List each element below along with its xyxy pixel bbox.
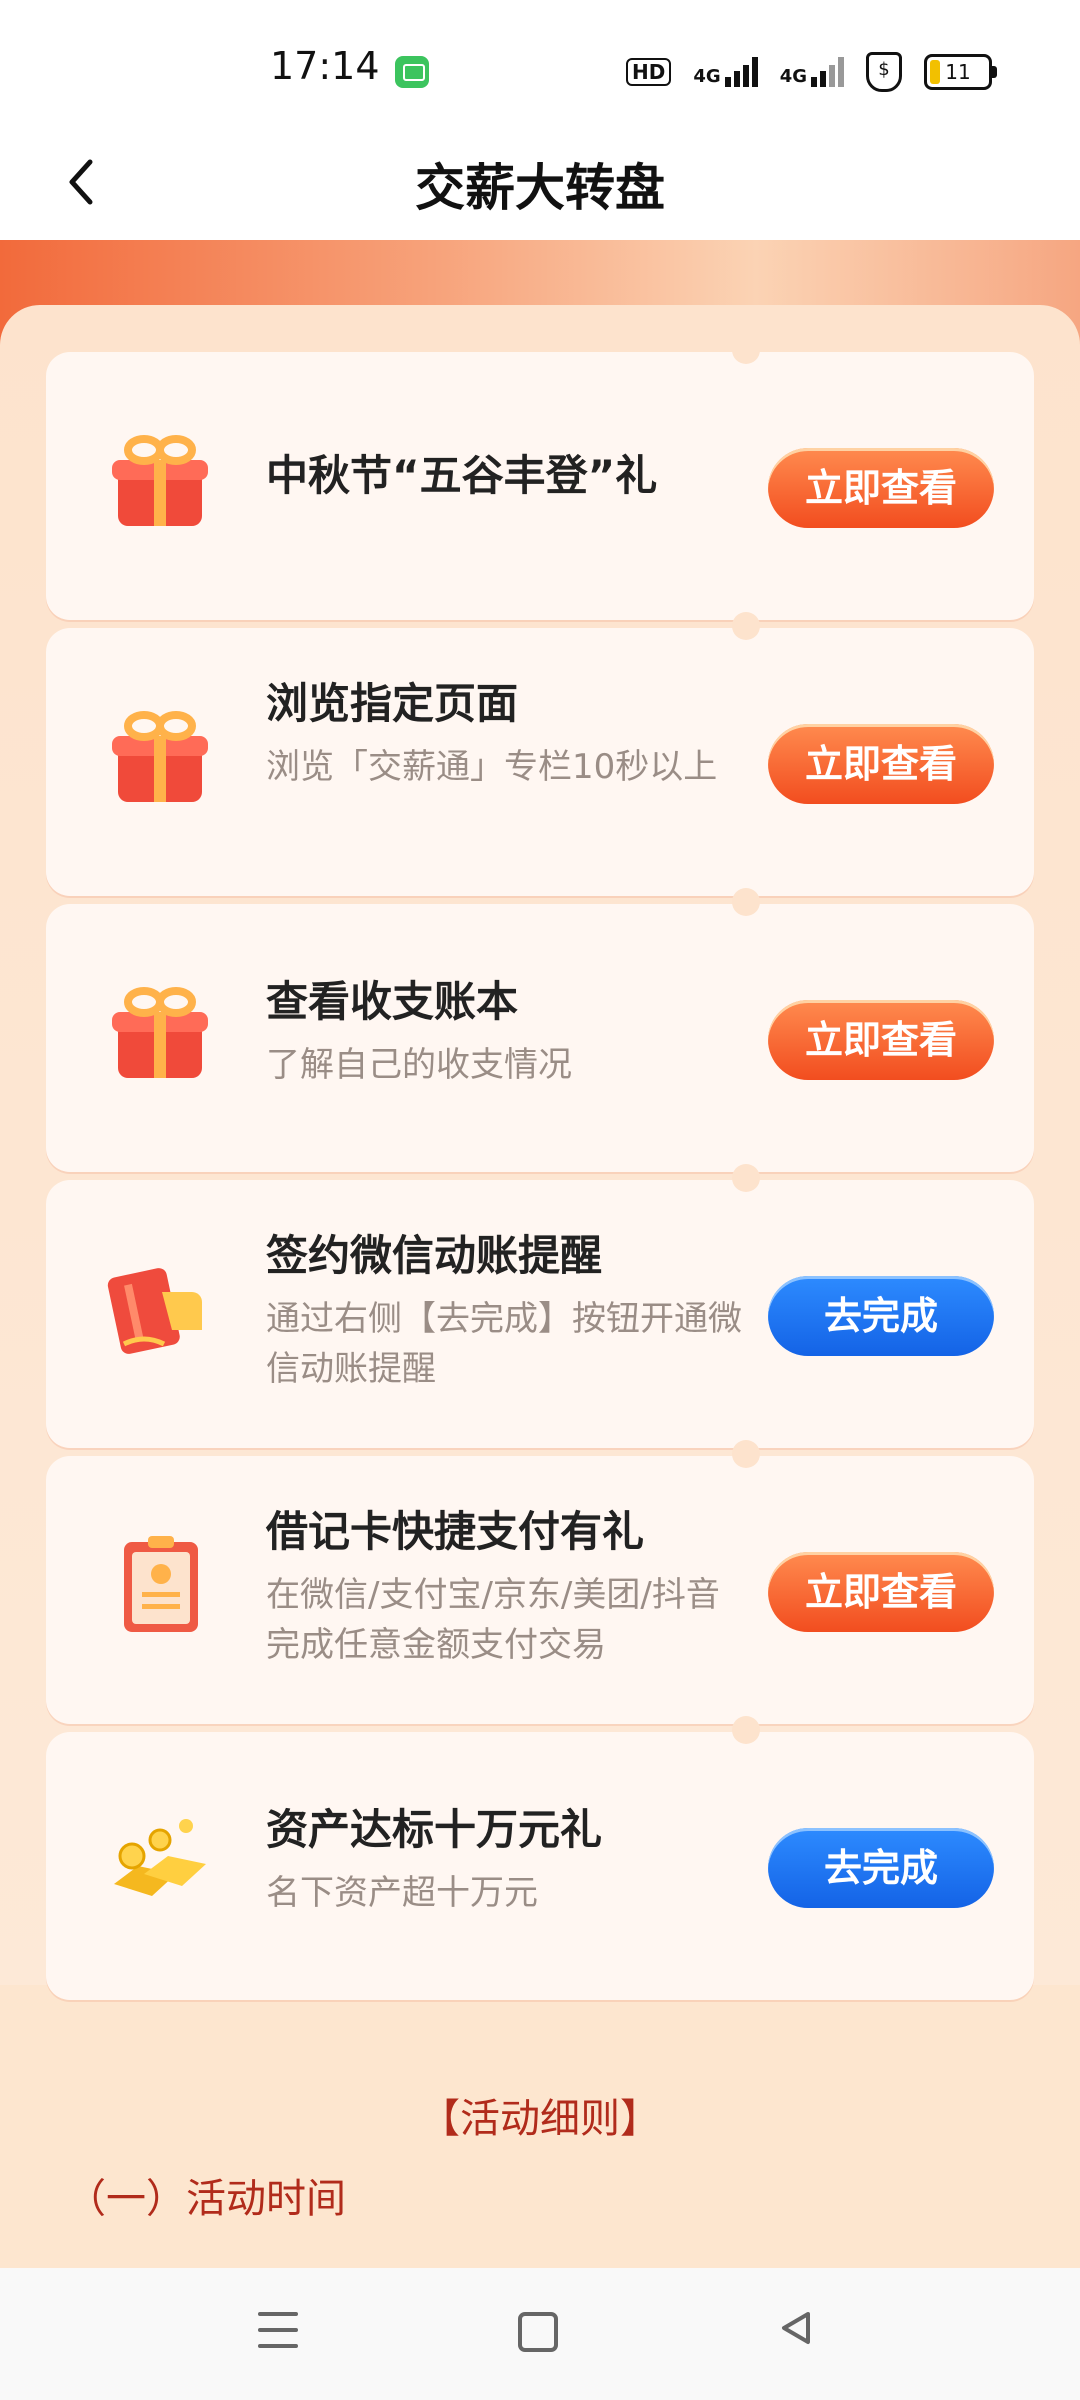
task-name: 借记卡快捷支付有礼 <box>266 1507 645 1556</box>
task-card: 中秋节“五谷丰登”礼 立即查看 <box>46 336 1034 620</box>
task-name: 浏览指定页面 <box>266 679 519 728</box>
task-card: 签约微信动账提醒 通过右侧【去完成】按钮开通微信动账提醒 去完成 <box>46 1164 1034 1448</box>
back-triangle-icon[interactable] <box>776 2308 816 2348</box>
rules-title: 【活动细则】 <box>420 2096 660 2142</box>
task-card: 借记卡快捷支付有礼 在微信/支付宝/京东/美团/抖音完成任意金额支付交易 立即查… <box>46 1440 1034 1724</box>
card-icon <box>107 1268 202 1354</box>
signal-4g-1: 4G <box>693 57 758 87</box>
shield-dollar-icon: $ <box>866 52 902 92</box>
task-description: 在微信/支付宝/京东/美团/抖音完成任意金额支付交易 <box>266 1575 720 1665</box>
go-complete-button[interactable]: 去完成 <box>768 1276 994 1356</box>
go-complete-button[interactable]: 去完成 <box>768 1828 994 1908</box>
task-name: 查看收支账本 <box>266 977 519 1026</box>
task-list: 中秋节“五谷丰登”礼 立即查看 浏览指定页面 浏览「交薪通」专栏10秒以上 立即… <box>46 336 1034 2008</box>
task-card: 浏览指定页面 浏览「交薪通」专栏10秒以上 立即查看 <box>46 612 1034 896</box>
task-card: 资产达标十万元礼 名下资产超十万元 去完成 <box>46 1716 1034 2000</box>
status-bar: 17:14 HD 4G 4G $ 11 <box>0 0 1080 130</box>
task-description: 了解自己的收支情况 <box>266 1045 572 1085</box>
recent-apps-button[interactable] <box>258 2312 298 2350</box>
view-now-button[interactable]: 立即查看 <box>768 1552 994 1632</box>
hd-icon: HD <box>626 58 672 86</box>
signal-bars-icon <box>724 57 758 87</box>
signal-4g-2: 4G <box>780 57 844 87</box>
view-now-button[interactable]: 立即查看 <box>768 448 994 528</box>
task-name: 中秋节“五谷丰登”礼 <box>266 451 658 500</box>
home-button[interactable] <box>518 2312 558 2352</box>
task-card: 查看收支账本 了解自己的收支情况 立即查看 <box>46 888 1034 1172</box>
rules-section-heading: （一）活动时间 <box>66 2176 346 2222</box>
page-title: 交薪大转盘 <box>415 159 665 217</box>
task-description: 浏览「交薪通」专栏10秒以上 <box>266 747 718 787</box>
view-now-button[interactable]: 立即查看 <box>768 1000 994 1080</box>
page-header: 交薪大转盘 <box>0 130 1080 240</box>
message-notification-icon <box>395 56 429 88</box>
signal-bars-icon <box>811 57 844 87</box>
task-name: 资产达标十万元礼 <box>266 1805 603 1854</box>
battery-icon: 11 <box>924 54 997 90</box>
task-description: 名下资产超十万元 <box>266 1873 538 1913</box>
gold-bars-icon <box>114 1819 206 1896</box>
clipboard-icon <box>124 1536 198 1632</box>
view-now-button[interactable]: 立即查看 <box>768 724 994 804</box>
status-icons: HD 4G 4G $ 11 <box>626 52 997 92</box>
gift-icon <box>112 711 208 802</box>
status-time: 17:14 <box>270 44 380 88</box>
task-name: 签约微信动账提醒 <box>266 1231 603 1280</box>
gift-icon <box>112 435 208 526</box>
gift-icon <box>112 987 208 1078</box>
system-nav-bar <box>0 2268 1080 2400</box>
task-description: 通过右侧【去完成】按钮开通微信动账提醒 <box>266 1299 742 1389</box>
